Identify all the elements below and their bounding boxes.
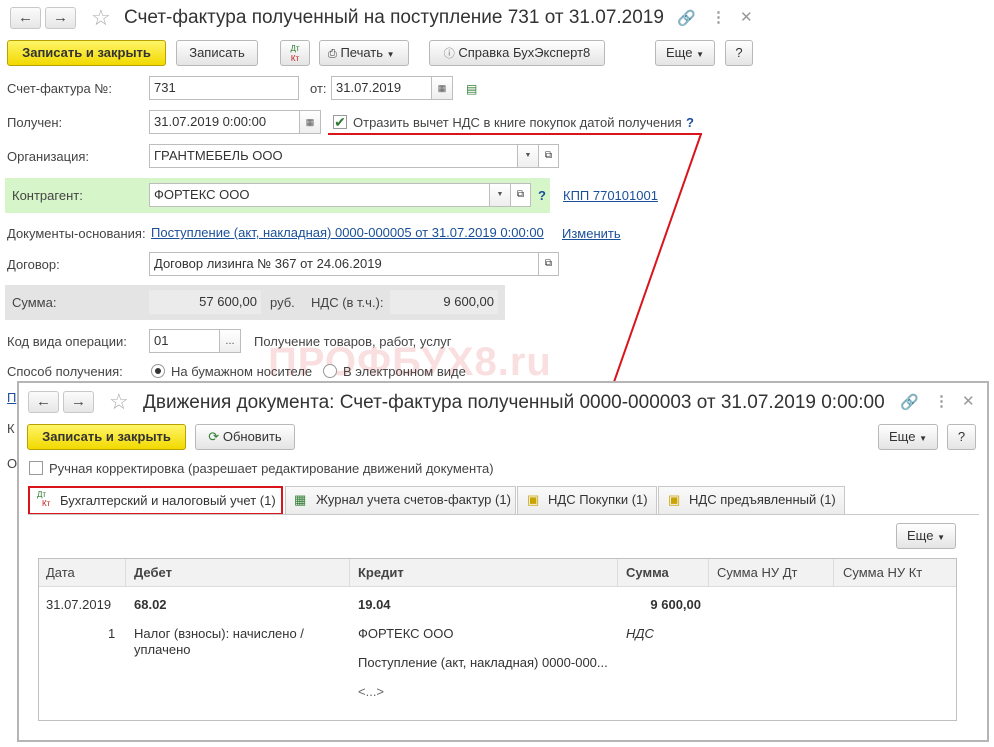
refresh-icon: ⟳	[208, 429, 220, 444]
row-date: 31.07.2019	[46, 597, 112, 612]
tab-label: Бухгалтерский и налоговый учет (1)	[60, 493, 276, 508]
col-divider	[349, 559, 350, 587]
col-divider	[617, 559, 618, 587]
table-icon: ▦	[294, 492, 307, 507]
tab-panel-border	[28, 514, 979, 515]
tab-label: НДС предъявленный (1)	[689, 492, 836, 507]
row-credit-account: 19.04	[358, 597, 391, 612]
dt-kt-icon: Дт Кт	[37, 490, 50, 508]
forward-button[interactable]: →	[63, 391, 94, 413]
column-header-date[interactable]: Дата	[46, 559, 75, 587]
more-vertical-icon[interactable]: ⋮	[934, 392, 949, 410]
more-button[interactable]: Еще ▼	[878, 424, 938, 450]
tab-accounting[interactable]: Дт Кт Бухгалтерский и налоговый учет (1)	[28, 486, 283, 515]
arrow-left-icon: ←	[36, 393, 51, 410]
manual-correction-label: Ручная корректировка (разрешает редактир…	[49, 461, 494, 476]
dt-label: Дт	[37, 490, 47, 499]
table-more-button[interactable]: Еще ▼	[896, 523, 956, 549]
register-icon: ▣	[527, 492, 540, 507]
col-divider	[125, 559, 126, 587]
register-icon: ▣	[668, 492, 681, 507]
tab-label: Журнал учета счетов-фактур (1)	[316, 492, 511, 507]
row-index: 1	[108, 626, 116, 641]
arrow-right-icon: →	[71, 393, 86, 410]
row-debit-subconto: уплачено	[134, 642, 191, 657]
window-title: Движения документа: Счет-фактура получен…	[143, 392, 885, 413]
kt-label: Кт	[42, 499, 51, 508]
row-credit-subconto: Поступление (акт, накладная) 0000-000...	[358, 655, 608, 670]
tab-invoice-journal[interactable]: ▦ Журнал учета счетов-фактур (1)	[285, 486, 516, 514]
column-header-tax-sum-debit[interactable]: Сумма НУ Дт	[717, 559, 797, 587]
more-label: Еще	[889, 429, 916, 444]
help-question-button[interactable]: ?	[947, 424, 976, 450]
link-icon[interactable]: 🔗	[900, 393, 919, 411]
column-header-debit[interactable]: Дебет	[134, 559, 172, 587]
table-header	[39, 559, 956, 587]
row-sum-note: НДС	[626, 626, 654, 641]
row-credit-subconto: ФОРТЕКС ООО	[358, 626, 454, 641]
col-divider	[708, 559, 709, 587]
favorite-star-icon[interactable]: ☆	[109, 389, 129, 415]
column-header-sum[interactable]: Сумма	[626, 559, 669, 587]
close-icon[interactable]: ✕	[962, 392, 975, 410]
tab-vat-purchases[interactable]: ▣ НДС Покупки (1)	[517, 486, 657, 514]
dropdown-arrow-icon: ▼	[919, 434, 927, 443]
back-button[interactable]: ←	[28, 391, 59, 413]
save-and-close-button[interactable]: Записать и закрыть	[27, 424, 186, 450]
tab-vat-presented[interactable]: ▣ НДС предъявленный (1)	[658, 486, 845, 514]
row-sum: 9 600,00	[650, 597, 701, 612]
col-divider	[833, 559, 834, 587]
row-debit-account: 68.02	[134, 597, 167, 612]
more-label: Еще	[907, 528, 934, 543]
column-header-tax-sum-credit[interactable]: Сумма НУ Кт	[843, 559, 922, 587]
refresh-label: Обновить	[222, 429, 282, 444]
refresh-button[interactable]: ⟳ Обновить	[195, 424, 295, 450]
manual-correction-checkbox[interactable]	[29, 461, 43, 475]
dropdown-arrow-icon: ▼	[937, 533, 945, 542]
tab-label: НДС Покупки (1)	[548, 492, 648, 507]
row-credit-subconto: <...>	[358, 684, 385, 699]
column-header-credit[interactable]: Кредит	[358, 559, 404, 587]
row-debit-subconto: Налог (взносы): начислено /	[134, 626, 304, 641]
